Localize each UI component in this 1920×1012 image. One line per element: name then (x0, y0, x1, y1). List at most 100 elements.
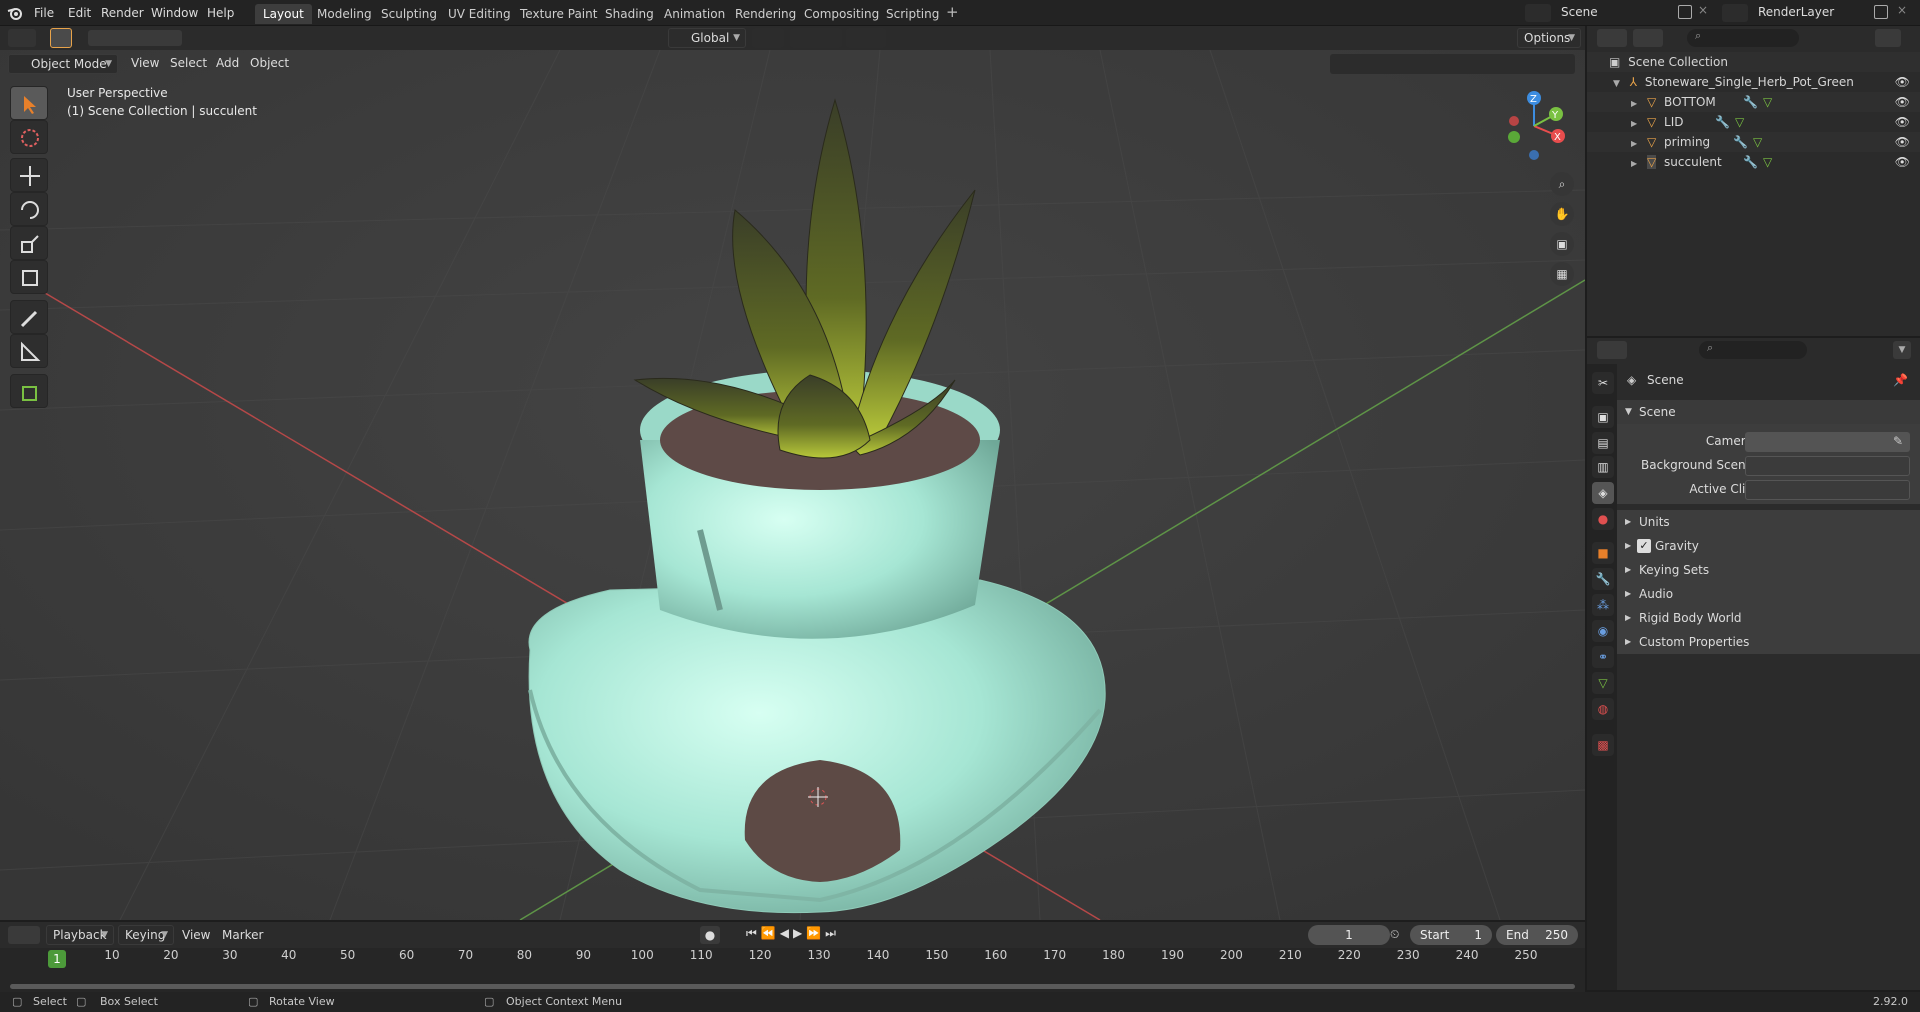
3d-viewport[interactable]: Object Mode ▼ View Select Add Object User… (0, 50, 1585, 920)
filter-icon[interactable] (1875, 29, 1901, 47)
object-tab-icon[interactable]: ■ (1592, 542, 1614, 564)
tool-measure[interactable] (10, 334, 48, 368)
display-mode-icon[interactable] (1633, 29, 1663, 47)
properties-search[interactable]: ⌕ (1699, 341, 1807, 359)
playback-controls[interactable]: ⏮⏪◀▶⏩⏭ (746, 926, 864, 944)
expand-icon[interactable]: ▼ (1613, 79, 1620, 89)
navigation-gizmo[interactable]: Z X Y (1500, 88, 1580, 172)
modifier-tab-icon[interactable]: 🔧 (1592, 568, 1614, 590)
editor-type-icon[interactable] (8, 29, 36, 47)
visibility-icon[interactable]: 👁 (1895, 132, 1910, 152)
visibility-icon[interactable]: 👁 (1895, 72, 1910, 92)
tab-scripting[interactable]: Scripting (878, 4, 947, 24)
menu-select[interactable]: Select (170, 56, 207, 70)
new-view-layer-icon[interactable] (1874, 5, 1888, 19)
expand-icon[interactable]: ▶ (1631, 159, 1637, 168)
panel-custom-properties[interactable]: ▶ Custom Properties (1617, 630, 1920, 654)
menu-view[interactable]: View (131, 56, 159, 70)
scene-icon[interactable] (1525, 4, 1551, 22)
expand-icon[interactable]: ▶ (1631, 119, 1637, 128)
end-frame-field[interactable]: End 250 (1496, 925, 1578, 945)
playback-dropdown[interactable]: Playback ▼ (46, 925, 114, 945)
outliner-row-scene-collection[interactable]: ▣ Scene Collection (1587, 52, 1920, 72)
panel-rigid-body-world[interactable]: ▶ Rigid Body World (1617, 606, 1920, 630)
background-scene-field[interactable] (1745, 456, 1910, 476)
current-frame-field[interactable]: 1 (1308, 925, 1390, 945)
pin-icon[interactable]: 📌 (1893, 368, 1908, 392)
mesh-data-icon[interactable]: ▽ (1763, 152, 1772, 172)
view-layer-icon[interactable] (1722, 4, 1748, 22)
panel-audio[interactable]: ▶ Audio (1617, 582, 1920, 606)
view-layer-tab-icon[interactable]: ▥ (1592, 456, 1614, 478)
menu-file[interactable]: File (34, 0, 54, 26)
properties-type-icon[interactable] (1597, 341, 1627, 359)
visibility-icon[interactable]: 👁 (1895, 112, 1910, 132)
pan-icon[interactable]: ✋ (1550, 202, 1574, 226)
physics-tab-icon[interactable]: ◉ (1592, 620, 1614, 642)
mode-dropdown[interactable]: Object Mode ▼ (8, 54, 118, 74)
output-tab-icon[interactable]: ▤ (1592, 432, 1614, 454)
outliner-row-object[interactable]: ▶ ▽ priming 🔧 ▽ 👁 (1587, 132, 1920, 152)
outliner-search[interactable]: ⌕ (1687, 29, 1799, 47)
material-tab-icon[interactable]: ◍ (1592, 698, 1614, 720)
add-workspace-icon[interactable]: + (946, 3, 959, 21)
zoom-icon[interactable]: ⌕ (1550, 172, 1574, 196)
texture-tab-icon[interactable]: ▩ (1592, 734, 1614, 756)
record-button[interactable]: ● (700, 926, 720, 944)
select-mode-icons[interactable] (88, 30, 182, 46)
menu-window[interactable]: Window (151, 0, 198, 26)
menu-object[interactable]: Object (250, 56, 289, 70)
orientation-dropdown[interactable]: Global ▼ (668, 28, 746, 48)
options-dropdown[interactable]: Options ▼ (1517, 28, 1581, 48)
tab-texture-paint[interactable]: Texture Paint (512, 4, 605, 24)
render-tab-icon[interactable]: ▣ (1592, 406, 1614, 428)
constraints-tab-icon[interactable]: ⚭ (1592, 646, 1614, 668)
blender-logo-icon[interactable] (7, 5, 23, 24)
world-tab-icon[interactable]: ● (1592, 508, 1614, 530)
tab-layout[interactable]: Layout (255, 4, 312, 24)
modifier-icon[interactable]: 🔧 (1743, 152, 1758, 172)
scene-tab-icon[interactable]: ◈ (1592, 482, 1614, 504)
expand-icon[interactable]: ▶ (1631, 139, 1637, 148)
proportional-edit-icon[interactable] (846, 28, 886, 48)
snap-icon[interactable] (790, 28, 842, 48)
tab-compositing[interactable]: Compositing (796, 4, 887, 24)
preview-range-icon[interactable]: ⏲ (1390, 927, 1399, 942)
tool-move[interactable] (10, 158, 48, 192)
start-frame-field[interactable]: Start 1 (1410, 925, 1492, 945)
tab-rendering[interactable]: Rendering (727, 4, 804, 24)
tool-rotate[interactable] (10, 192, 48, 226)
tool-cursor[interactable] (10, 120, 48, 154)
eyedropper-icon[interactable]: ✎ (1893, 434, 1903, 448)
particles-tab-icon[interactable]: ⁂ (1592, 594, 1614, 616)
tab-uv-editing[interactable]: UV Editing (440, 4, 519, 24)
timeline-scrollbar[interactable] (10, 984, 1575, 989)
data-tab-icon[interactable]: ▽ (1592, 672, 1614, 694)
tool-add-cube[interactable] (10, 374, 48, 408)
timeline-editor-icon[interactable] (8, 926, 40, 944)
mesh-data-icon[interactable]: ▽ (1763, 92, 1772, 112)
panel-keying-sets[interactable]: ▶ Keying Sets (1617, 558, 1920, 582)
tab-modeling[interactable]: Modeling (309, 4, 380, 24)
outliner-row-object[interactable]: ▶ ▽ LID 🔧 ▽ 👁 (1587, 112, 1920, 132)
view-layer-name[interactable]: RenderLayer (1758, 5, 1834, 19)
tab-animation[interactable]: Animation (656, 4, 733, 24)
gravity-checkbox[interactable]: ✓ (1637, 539, 1651, 553)
viewport-shading-icons[interactable] (1330, 54, 1575, 74)
menu-render[interactable]: Render (101, 0, 144, 26)
timeline-menu-view[interactable]: View (182, 928, 210, 942)
delete-scene-icon[interactable]: × (1698, 3, 1708, 17)
menu-add[interactable]: Add (216, 56, 239, 70)
scene-name[interactable]: Scene (1561, 5, 1598, 19)
tool-tab-icon[interactable]: ✂ (1592, 372, 1614, 394)
ortho-toggle-icon[interactable]: ▦ (1550, 262, 1574, 286)
outliner-row-collection[interactable]: ▼ ⅄ Stoneware_Single_Herb_Pot_Green 👁 (1587, 72, 1920, 92)
modifier-icon[interactable]: 🔧 (1733, 132, 1748, 152)
timeline-menu-marker[interactable]: Marker (222, 928, 263, 942)
panel-units[interactable]: ▶ Units (1617, 510, 1920, 534)
outliner-row-object[interactable]: ▶ ▽ succulent 🔧 ▽ 👁 (1587, 152, 1920, 172)
expand-icon[interactable]: ▶ (1631, 99, 1637, 108)
tab-shading[interactable]: Shading (597, 4, 662, 24)
modifier-icon[interactable]: 🔧 (1715, 112, 1730, 132)
tool-select-box[interactable] (10, 86, 48, 120)
